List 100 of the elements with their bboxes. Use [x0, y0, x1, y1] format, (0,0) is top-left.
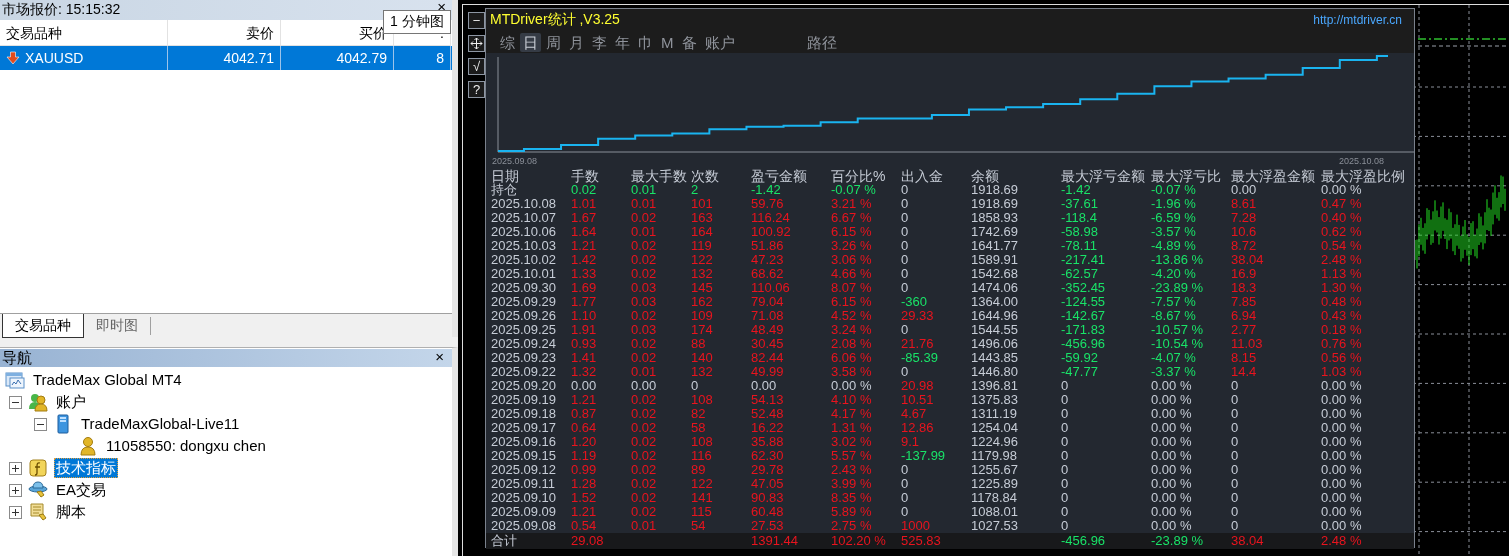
table-cell-text: 2025.10.07	[491, 211, 558, 225]
table-cell-text: 0.00 %	[1321, 407, 1363, 421]
table-cell-text: -118.4	[1061, 211, 1098, 225]
table-cell-text: 1027.53	[971, 519, 1019, 533]
table-cell-text: 1.01	[571, 197, 598, 211]
table-cell-text: 1.67	[571, 211, 598, 225]
table-cell-text: 1364.00	[971, 295, 1019, 309]
table-cell-text: 0.01	[631, 183, 657, 197]
table-cell-text: 2025.09.30	[491, 281, 558, 295]
table-cell-text: -3.37 %	[1151, 365, 1197, 379]
table-cell-text: 174	[691, 323, 714, 337]
table-cell-text: 1918.69	[971, 183, 1019, 197]
table-cell-text: 0.02	[631, 337, 658, 351]
table-cell-text: 82.44	[751, 351, 785, 365]
table-cell-text: 2025.09.09	[491, 505, 558, 519]
table-cell-text: 1255.67	[971, 463, 1019, 477]
table-cell-text: 29.33	[901, 309, 935, 323]
table-cell-text: -13.86 %	[1151, 253, 1205, 267]
table-cell-text: 1.30 %	[1321, 281, 1363, 295]
table-cell-text: 29.78	[751, 463, 785, 477]
table-cell-text: 52.48	[751, 407, 785, 421]
table-cell-text: 0	[1231, 477, 1240, 491]
table-cell-text: 0.00	[751, 379, 778, 393]
table-cell-text: 0	[1231, 505, 1240, 519]
table-cell-text: 0	[1231, 379, 1240, 393]
table-cell-text: 10.6	[1231, 225, 1258, 239]
table-cell-text: 1.31 %	[831, 421, 873, 435]
table-cell-text: 2.48 %	[1321, 533, 1363, 549]
column-header: 出入金	[901, 169, 944, 183]
table-cell-text: 30.45	[751, 337, 785, 351]
table-cell-text: 0.02	[631, 449, 658, 463]
table-cell-text: 71.08	[751, 309, 785, 323]
table-cell-text: 21.76	[901, 337, 935, 351]
table-cell-text: 0.00 %	[1321, 519, 1363, 533]
table-cell-text: 14.4	[1231, 365, 1258, 379]
table-cell-text: 1.33	[571, 267, 598, 281]
table-cell-text: 1443.85	[971, 351, 1019, 365]
table-cell-text: 122	[691, 477, 714, 491]
table-cell-text: 1224.96	[971, 435, 1019, 449]
table-cell-text: 3.99 %	[831, 477, 873, 491]
table-cell-text: 0.00 %	[1151, 421, 1193, 435]
table-cell-text: 88	[691, 337, 707, 351]
table-cell-text: 0.00 %	[1321, 183, 1362, 197]
column-header: 次数	[691, 169, 720, 183]
table-cell-text: 29.08	[571, 533, 605, 549]
table-cell-text: 2	[691, 183, 699, 197]
table-cell-text: 0	[901, 463, 910, 477]
table-cell-text: 115	[691, 505, 713, 519]
table-cell-text: 1544.55	[971, 323, 1019, 337]
table-cell-text: 0.03	[631, 281, 658, 295]
table-cell-text: 0.47 %	[1321, 197, 1363, 211]
table-cell-text: 101	[691, 197, 714, 211]
table-cell-text: 2.75 %	[831, 519, 873, 533]
table-cell-text: 0	[901, 253, 910, 267]
column-header: 最大手数	[631, 169, 688, 183]
table-cell-text: 4.52 %	[831, 309, 873, 323]
table-cell-text: -4.07 %	[1151, 351, 1197, 365]
table-cell-text: 90.83	[751, 491, 785, 505]
table-cell-text: 0	[901, 477, 910, 491]
column-header: 日期	[491, 169, 520, 183]
column-header: 手数	[571, 169, 600, 183]
table-cell-text: 1179.98	[971, 449, 1019, 463]
table-cell-text: 3.02 %	[831, 435, 873, 449]
table-cell-text: 1.10	[571, 309, 598, 323]
table-cell-text: 0.00 %	[1321, 449, 1363, 463]
table-cell-text: 8.35 %	[831, 491, 873, 505]
table-cell-text: -78.11	[1061, 239, 1098, 253]
table-cell-text: 1.21	[571, 239, 598, 253]
table-cell-text: 0.02	[631, 421, 658, 435]
table-cell-text: 0.02	[631, 393, 658, 407]
table-cell-text: -456.96	[1061, 533, 1107, 549]
table-cell-text: 1918.69	[971, 197, 1019, 211]
table-cell-text: 119	[691, 239, 713, 253]
table-cell-text: 0.00 %	[1151, 407, 1193, 421]
table-cell-text: 1088.01	[971, 505, 1019, 519]
table-cell-text: 0.02	[631, 505, 658, 519]
table-cell-text: 62.30	[751, 449, 785, 463]
table-cell-text: 3.24 %	[831, 323, 873, 337]
table-cell-text: 68.62	[751, 267, 785, 281]
table-cell-text: 18.3	[1231, 281, 1258, 295]
table-cell-text: 0.03	[631, 323, 658, 337]
column-header: 最大浮盈金额	[1231, 169, 1316, 183]
table-cell-text: 0.48 %	[1321, 295, 1363, 309]
table-cell-text: 102.20 %	[831, 533, 887, 549]
table-cell-text: 0.02	[631, 351, 658, 365]
symbol-name: XAUUSD	[25, 49, 84, 68]
table-cell-text: 0.00 %	[1321, 435, 1363, 449]
table-cell-text: -3.57 %	[1151, 225, 1197, 239]
table-cell-text: 0.01	[631, 197, 658, 211]
table-cell: 4042.79	[281, 46, 394, 70]
table-cell-text: 0.56 %	[1321, 351, 1363, 365]
table-cell-text: 2025.10.03	[491, 239, 558, 253]
table-cell-text: 1.19	[571, 449, 598, 463]
table-cell-text: -62.57	[1061, 267, 1099, 281]
table-cell-text: 4.67	[901, 407, 928, 421]
table-cell-text: 110.06	[751, 281, 791, 295]
table-cell-text: 0	[1231, 519, 1240, 533]
table-cell-text: 合计	[491, 533, 518, 549]
table-cell-text: 3.26 %	[831, 239, 873, 253]
table-cell-text: -4.20 %	[1151, 267, 1197, 281]
